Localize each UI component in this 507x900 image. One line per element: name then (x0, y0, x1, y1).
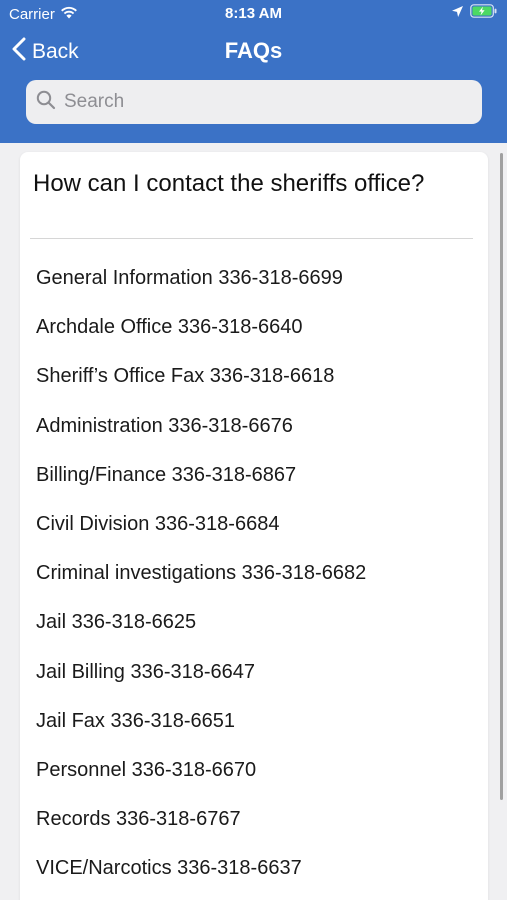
divider (30, 238, 473, 239)
scrollbar[interactable] (500, 153, 503, 800)
contact-item: Administration 336-318-6676 (36, 414, 293, 437)
search-icon (36, 90, 56, 115)
contact-item: Criminal investigations 336-318-6682 (36, 562, 367, 585)
contact-item: Billing/Finance 336-318-6867 (36, 463, 297, 486)
search-input[interactable] (64, 91, 464, 113)
contact-item: Civil Division 336-318-6684 (36, 512, 280, 535)
location-arrow-icon (451, 5, 464, 22)
battery-charging-icon (470, 4, 498, 22)
contact-item: Sheriff’s Office Fax 336-318-6618 (36, 365, 335, 388)
contact-item: Jail Billing 336-318-6647 (36, 660, 256, 683)
contact-item: Jail 336-318-6625 (36, 611, 197, 634)
header: Carrier 8:13 AM Back FAQs Search (0, 0, 507, 143)
status-bar: Carrier 8:13 AM (0, 0, 507, 28)
faq-card: How can I contact the sheriffs office? G… (20, 152, 488, 900)
contact-item: Jail Fax 336-318-6651 (36, 709, 236, 732)
search-bar[interactable] (26, 80, 482, 124)
contact-item: Records 336-318-6767 (36, 808, 241, 831)
contact-item: General Information 336-318-6699 (36, 267, 343, 289)
faq-question: How can I contact the sheriffs office? (33, 170, 425, 197)
page-title: FAQs (224, 38, 283, 63)
contact-item: VICE/Narcotics 336-318-6637 (36, 857, 302, 880)
status-right (451, 4, 498, 22)
contact-item: Archdale Office 336-318-6640 (36, 316, 303, 339)
nav-bar: Back FAQs (0, 30, 507, 74)
contact-item: Personnel 336-318-6670 (36, 758, 257, 781)
status-time: 8:13 AM (225, 5, 282, 22)
contact-list: General Information 336-318-6699 Archdal… (36, 263, 366, 900)
